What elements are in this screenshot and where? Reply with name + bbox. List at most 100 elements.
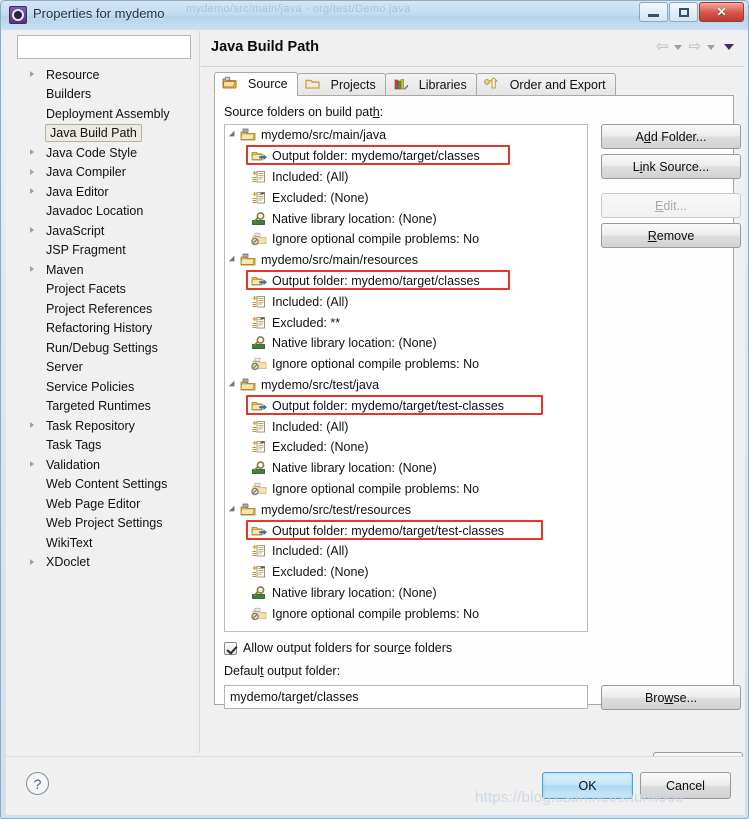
settings-filter-input[interactable] — [17, 35, 191, 59]
expand-arrow-icon[interactable] — [30, 71, 34, 77]
expand-arrow-icon[interactable] — [30, 188, 34, 194]
sidebar-item-builders[interactable]: Builders — [8, 85, 200, 105]
sidebar-item-task-repository[interactable]: Task Repository — [8, 416, 200, 436]
sidebar-item-label: Maven — [46, 262, 84, 277]
attribute-text: Ignore optional compile problems: No — [272, 357, 480, 372]
attribute-text: Output folder: mydemo/target/test-classe… — [272, 398, 505, 413]
sidebar-item-project-facets[interactable]: Project Facets — [8, 280, 200, 300]
tab-label: Libraries — [418, 78, 467, 92]
tab-order-and-export[interactable]: Order and Export — [475, 73, 616, 96]
source-folder-attribute[interactable]: Ignore optional compile problems: No — [225, 354, 587, 375]
forward-dropdown-icon[interactable] — [707, 44, 715, 50]
sidebar-item-label: WikiText — [46, 535, 93, 550]
sidebar-item-task-tags[interactable]: Task Tags — [8, 436, 200, 456]
tab-projects[interactable]: Projects — [296, 73, 386, 96]
sidebar-item-validation[interactable]: Validation — [8, 455, 200, 475]
source-folder-attribute[interactable]: Ignore optional compile problems: No — [225, 479, 587, 500]
view-menu-dropdown-icon[interactable] — [724, 44, 734, 50]
source-folder-attribute[interactable]: Excluded: ** — [225, 312, 587, 333]
attribute-text: Excluded: (None) — [272, 565, 369, 580]
sidebar-item-web-content-settings[interactable]: Web Content Settings — [8, 475, 200, 495]
close-button[interactable]: ✕ — [699, 2, 744, 22]
collapse-arrow-icon[interactable] — [228, 131, 238, 140]
sidebar-item-java-build-path[interactable]: Java Build Path — [8, 124, 200, 144]
source-folder-attribute[interactable]: Native library location: (None) — [225, 458, 587, 479]
back-dropdown-icon[interactable] — [674, 44, 683, 50]
expand-arrow-icon[interactable] — [30, 558, 34, 565]
sidebar-item-jsp-fragment[interactable]: JSP Fragment — [8, 241, 200, 261]
cancel-button[interactable]: Cancel — [640, 772, 731, 799]
sidebar-item-resource[interactable]: Resource — [8, 65, 200, 85]
source-folder-attribute[interactable]: Ignore optional compile problems: No — [225, 603, 587, 624]
sidebar-item-deployment-assembly[interactable]: Deployment Assembly — [8, 104, 200, 124]
expand-arrow-icon[interactable] — [30, 461, 34, 467]
source-folder-root[interactable]: mydemo/src/test/resources — [225, 499, 587, 520]
source-folder-root[interactable]: mydemo/src/test/java — [225, 375, 587, 396]
tab-libraries[interactable]: Libraries — [384, 73, 477, 96]
sidebar-item-javascript[interactable]: JavaScript — [8, 221, 200, 241]
default-output-folder-input[interactable]: mydemo/target/classes — [224, 685, 588, 709]
sidebar-item-xdoclet[interactable]: XDoclet — [8, 553, 200, 573]
expand-arrow-icon[interactable] — [30, 422, 34, 428]
source-folder-attribute[interactable]: Included: (All) — [225, 416, 587, 437]
collapse-arrow-icon[interactable] — [228, 255, 238, 265]
expand-arrow-icon[interactable] — [30, 227, 34, 233]
source-folders-tree[interactable]: mydemo/src/main/java Output folder: mydem… — [224, 124, 588, 632]
sidebar-item-run-debug-settings[interactable]: Run/Debug Settings — [8, 338, 200, 358]
build-path-tabs[interactable]: Source Projects Libraries Order and Export — [214, 72, 734, 96]
add-folder-button[interactable]: Add Folder... — [601, 124, 741, 149]
source-folder-attribute[interactable]: Excluded: (None) — [225, 187, 587, 208]
settings-tree[interactable]: Resource Builders Deployment Assembly Java … — [8, 65, 200, 625]
sidebar-item-java-compiler[interactable]: Java Compiler — [8, 163, 200, 183]
maximize-button[interactable] — [669, 2, 698, 22]
source-folder-attribute[interactable]: Included: (All) — [225, 291, 587, 312]
source-folder-attribute[interactable]: Included: (All) — [225, 541, 587, 562]
sidebar-item-refactoring-history[interactable]: Refactoring History — [8, 319, 200, 339]
help-icon[interactable]: ? — [26, 772, 49, 795]
source-folder-root[interactable]: mydemo/src/main/resources — [225, 250, 587, 271]
forward-arrow-icon[interactable]: ⇨ — [688, 39, 701, 54]
expand-arrow-icon[interactable] — [30, 149, 34, 155]
expand-arrow-icon[interactable] — [30, 168, 34, 175]
title-bar[interactable]: mydemo/src/main/java - org/test/Demo.jav… — [1, 1, 748, 30]
sidebar-item-java-editor[interactable]: Java Editor — [8, 182, 200, 202]
source-folder-attribute[interactable]: Native library location: (None) — [225, 333, 587, 354]
collapse-arrow-icon[interactable] — [228, 380, 238, 390]
source-folder-attribute[interactable]: Included: (All) — [225, 167, 587, 188]
sidebar-item-web-page-editor[interactable]: Web Page Editor — [8, 494, 200, 514]
source-folder-attribute[interactable]: Native library location: (None) — [225, 583, 587, 604]
sidebar-item-web-project-settings[interactable]: Web Project Settings — [8, 514, 200, 534]
link-source-button[interactable]: Li nk Source... — [601, 154, 741, 179]
source-folder-attribute[interactable]: Native library location: (None) — [225, 208, 587, 229]
included-icon — [251, 543, 267, 559]
allow-output-folders-checkbox[interactable] — [224, 641, 237, 655]
source-folder-attribute[interactable]: Excluded: (None) — [225, 562, 587, 583]
browse-button[interactable]: Bro w se... — [601, 685, 741, 710]
expand-arrow-icon[interactable] — [30, 266, 34, 272]
tab-source[interactable]: Source — [214, 72, 298, 96]
sidebar-item-service-policies[interactable]: Service Policies — [8, 377, 200, 397]
sidebar-item-wikitext[interactable]: WikiText — [8, 533, 200, 553]
remove-button[interactable]: Remove — [601, 223, 741, 248]
source-folder-attribute[interactable]: Output folder: mydemo/target/test-classe… — [225, 520, 587, 541]
source-folder-attribute[interactable]: Output folder: mydemo/target/classes — [225, 146, 587, 167]
source-folder-attribute[interactable]: Ignore optional compile problems: No — [225, 229, 587, 250]
edit-button[interactable]: Edit... — [601, 193, 741, 218]
source-folder-attribute[interactable]: Output folder: mydemo/target/classes — [225, 271, 587, 292]
source-folder-attribute[interactable]: Excluded: (None) — [225, 437, 587, 458]
source-folder-attribute[interactable]: Output folder: mydemo/target/test-classe… — [225, 395, 587, 416]
sidebar-item-javadoc-location[interactable]: Javadoc Location — [8, 202, 200, 222]
sidebar-item-server[interactable]: Server — [8, 358, 200, 378]
source-folder-root[interactable]: mydemo/src/main/java — [225, 125, 587, 146]
collapse-arrow-icon[interactable] — [228, 505, 238, 514]
minimize-button[interactable] — [639, 2, 668, 22]
back-arrow-icon[interactable]: ⇦ — [656, 39, 669, 54]
allow-output-folders-row[interactable]: Allow output folders for source folders — [224, 641, 452, 655]
sidebar-item-java-code-style[interactable]: Java Code Style — [8, 143, 200, 163]
sidebar-item-label: Validation — [46, 457, 100, 472]
sidebar-item-targeted-runtimes[interactable]: Targeted Runtimes — [8, 397, 200, 417]
ok-button[interactable]: OK — [542, 772, 633, 799]
sidebar-item-project-references[interactable]: Project References — [8, 299, 200, 319]
sidebar-item-maven[interactable]: Maven — [8, 260, 200, 280]
page-navigation-controls[interactable]: ⇦ ⇨ — [656, 39, 737, 54]
